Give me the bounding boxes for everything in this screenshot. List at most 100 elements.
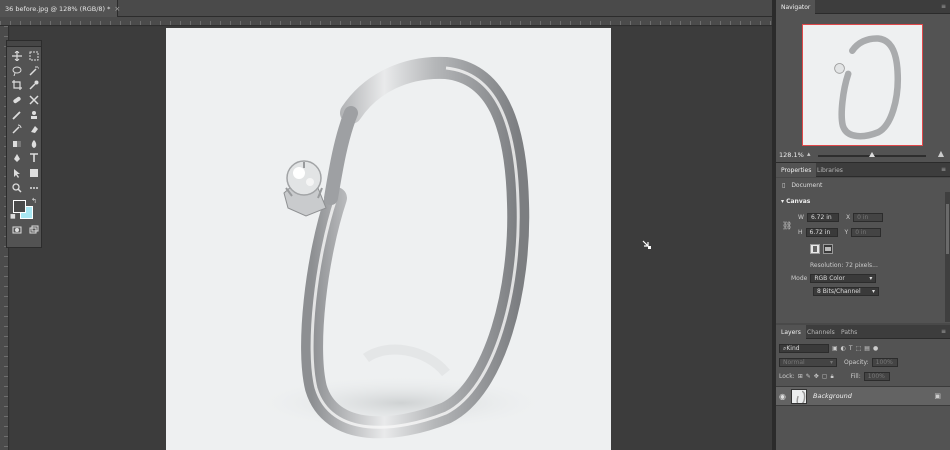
close-icon[interactable]: × bbox=[114, 5, 120, 13]
panel-menu-icon[interactable]: ≡ bbox=[941, 328, 946, 335]
layer-name: Background bbox=[813, 392, 852, 400]
tab-navigator[interactable]: Navigator bbox=[776, 0, 816, 14]
canvas-section-header[interactable]: ▾ Canvas bbox=[781, 198, 810, 205]
magic-wand-icon[interactable] bbox=[25, 64, 42, 79]
shape-filter-icon[interactable]: ⬚ bbox=[856, 345, 862, 352]
properties-panel: ▯ Document ▾ Canvas ⛓ W 6.72 in X 0 in H… bbox=[776, 178, 950, 323]
eyedropper-icon[interactable] bbox=[25, 78, 42, 93]
navigator-zoom-bar: 128.1% ▴ ▲ bbox=[776, 148, 950, 163]
eye-icon[interactable]: ◉ bbox=[779, 392, 786, 401]
bit-depth-value: 8 Bits/Channel bbox=[817, 288, 861, 295]
y-label: Y bbox=[844, 229, 849, 236]
move-tool-icon[interactable] bbox=[8, 49, 25, 64]
document-tab-title: 36 before.jpg @ 128% (RGB/8) * bbox=[5, 4, 111, 13]
zoom-percentage[interactable]: 128.1% bbox=[779, 151, 804, 159]
blend-mode-value: Normal bbox=[783, 359, 805, 366]
properties-tab-bar: Properties Libraries ≡ bbox=[776, 163, 950, 177]
document-tab[interactable]: 36 before.jpg @ 128% (RGB/8) * × bbox=[0, 0, 120, 17]
move-cursor-icon bbox=[642, 240, 652, 250]
document-tab-bar: 36 before.jpg @ 128% (RGB/8) * × bbox=[0, 0, 772, 17]
lock-pixels-icon[interactable]: ✎ bbox=[806, 373, 811, 381]
zoom-slider-thumb[interactable] bbox=[869, 152, 875, 157]
layer-filter-select[interactable]: ⌕ Kind bbox=[779, 344, 829, 353]
layer-row-background[interactable]: ◉ Background ▣ bbox=[776, 386, 950, 406]
navigator-view-frame[interactable] bbox=[802, 24, 923, 146]
lock-position-icon[interactable]: ✥ bbox=[814, 373, 819, 381]
eraser-icon[interactable] bbox=[25, 122, 42, 137]
layer-filter-value: Kind bbox=[786, 345, 800, 352]
type-filter-icon[interactable]: T bbox=[849, 345, 853, 352]
right-panel: Navigator ≡ 128.1% ▴ ▲ Properties Librar… bbox=[776, 0, 950, 450]
blend-mode-select[interactable]: Normal ▾ bbox=[779, 358, 837, 367]
swap-colors-icon[interactable]: ↰ bbox=[31, 197, 37, 205]
fill-field[interactable]: 100% bbox=[863, 372, 890, 381]
lock-icon: ▣ bbox=[934, 392, 941, 400]
more-tools-icon[interactable] bbox=[25, 180, 42, 195]
crop-tool-icon[interactable] bbox=[8, 78, 25, 93]
type-tool-icon[interactable] bbox=[25, 151, 42, 166]
shape-tool-icon[interactable] bbox=[25, 166, 42, 181]
layers-tab-bar: Layers Channels Paths ≡ bbox=[776, 325, 950, 339]
patch-tool-icon[interactable] bbox=[25, 93, 42, 108]
lock-label: Lock: bbox=[779, 373, 795, 380]
image-canvas[interactable] bbox=[166, 28, 611, 450]
pixel-filter-icon[interactable]: ▣ bbox=[832, 345, 838, 352]
clone-stamp-icon[interactable] bbox=[25, 107, 42, 122]
horizontal-ruler bbox=[0, 17, 772, 26]
x-label: X bbox=[845, 214, 851, 221]
smart-object-filter-icon[interactable]: ▤ bbox=[864, 345, 870, 352]
y-field[interactable]: 0 in bbox=[851, 228, 882, 237]
height-field[interactable]: 6.72 in bbox=[805, 228, 838, 237]
lock-all-icon[interactable]: 🔒︎ bbox=[830, 373, 833, 381]
brush-tool-icon[interactable] bbox=[8, 107, 25, 122]
navigator-tab-bar: Navigator ≡ bbox=[776, 0, 950, 14]
width-label: W bbox=[798, 214, 804, 221]
healing-brush-icon[interactable] bbox=[8, 93, 25, 108]
blur-tool-icon[interactable] bbox=[25, 137, 42, 152]
lasso-tool-icon[interactable] bbox=[8, 64, 25, 79]
panel-menu-icon[interactable]: ≡ bbox=[941, 166, 946, 173]
opacity-field[interactable]: 100% bbox=[871, 358, 898, 367]
landscape-orientation-icon[interactable] bbox=[823, 244, 833, 254]
tab-paths[interactable]: Paths bbox=[836, 325, 862, 339]
properties-scrollbar[interactable] bbox=[945, 192, 950, 322]
tab-libraries[interactable]: Libraries bbox=[812, 163, 848, 177]
gradient-tool-icon[interactable] bbox=[8, 137, 25, 152]
hand-tool-icon[interactable] bbox=[8, 180, 25, 195]
opacity-label: Opacity: bbox=[844, 359, 869, 366]
navigator-panel bbox=[776, 14, 950, 148]
pen-tool-icon[interactable] bbox=[8, 151, 25, 166]
quick-mask-icon[interactable] bbox=[8, 223, 25, 238]
layer-thumbnail bbox=[791, 389, 807, 404]
zoom-out-icon[interactable]: ▴ bbox=[807, 150, 811, 158]
chevron-down-icon: ▾ bbox=[829, 359, 833, 366]
properties-header: ▯ Document bbox=[782, 182, 822, 189]
bit-depth-select[interactable]: 8 Bits/Channel ▾ bbox=[813, 287, 879, 296]
height-label: H bbox=[798, 229, 803, 236]
zoom-in-icon[interactable]: ▲ bbox=[938, 149, 944, 158]
tab-properties[interactable]: Properties bbox=[776, 163, 817, 177]
mode-select[interactable]: RGB Color ▾ bbox=[810, 274, 877, 283]
portrait-orientation-icon[interactable] bbox=[810, 244, 820, 254]
tab-channels[interactable]: Channels bbox=[802, 325, 840, 339]
adjustment-filter-icon[interactable]: ◐ bbox=[841, 345, 846, 352]
lock-transparency-icon[interactable]: ⊞ bbox=[798, 373, 803, 381]
filter-toggle-icon[interactable]: ● bbox=[873, 345, 878, 352]
mode-label: Mode bbox=[791, 275, 808, 282]
panel-menu-icon[interactable]: ≡ bbox=[941, 3, 946, 10]
screen-mode-icon[interactable] bbox=[25, 223, 42, 238]
default-colors-icon[interactable]: ■ bbox=[10, 213, 16, 220]
layers-panel: ⌕ Kind ▣ ◐ T ⬚ ▤ ● Normal ▾ Opacity: 100%… bbox=[776, 339, 950, 450]
x-field[interactable]: 0 in bbox=[853, 213, 884, 222]
lock-icons: ⊞ ✎ ✥ ▢ 🔒︎ bbox=[798, 373, 834, 381]
foreground-color-swatch[interactable] bbox=[13, 199, 26, 213]
canvas-section-label: Canvas bbox=[786, 198, 811, 205]
fill-label: Fill: bbox=[850, 373, 861, 380]
width-field[interactable]: 6.72 in bbox=[806, 213, 839, 222]
marquee-tool-icon[interactable] bbox=[25, 49, 42, 64]
link-icon[interactable]: ⛓ bbox=[782, 221, 792, 230]
lock-artboard-icon[interactable]: ▢ bbox=[822, 373, 828, 381]
layer-filter-icons: ▣ ◐ T ⬚ ▤ ● bbox=[832, 345, 878, 352]
history-brush-icon[interactable] bbox=[8, 122, 25, 137]
path-selection-icon[interactable] bbox=[8, 166, 25, 181]
